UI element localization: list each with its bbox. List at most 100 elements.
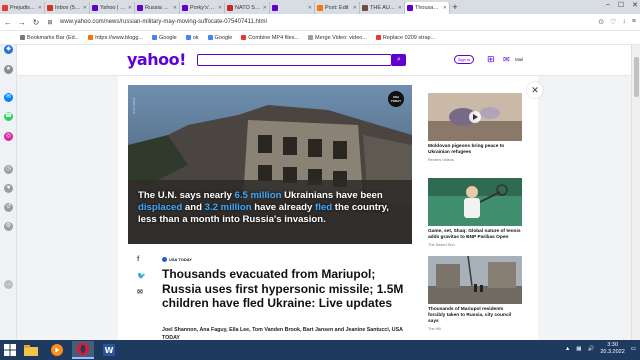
card-provider: Reuters Videos — [428, 158, 454, 162]
bookmark-7[interactable]: Replace 0209 strap... — [375, 35, 435, 41]
tab-close-icon[interactable]: ✕ — [263, 5, 267, 11]
source-badge[interactable]: USA TODAY — [162, 257, 192, 262]
camera-icon[interactable]: ⊙ — [598, 18, 604, 26]
network-icon[interactable]: ▦ — [576, 346, 581, 352]
history-icon[interactable]: ↺ — [4, 203, 13, 212]
tab-1[interactable]: Inbox (5,283✕ — [45, 2, 90, 14]
system-tray: ▲ ▦ 🔊 3:30 20.3.2022 ▭ — [565, 342, 636, 356]
heart-icon[interactable]: ♥ — [4, 184, 13, 193]
tab-3[interactable]: Russia uses✕ — [135, 2, 180, 14]
minimize-icon[interactable]: – — [606, 1, 610, 9]
tab-5[interactable]: NATO Shoul✕ — [225, 2, 270, 14]
download-icon[interactable]: ↓ — [622, 18, 626, 26]
tab-close-icon[interactable]: ✕ — [308, 5, 312, 11]
apps-grid-icon[interactable]: ⊞ — [487, 55, 495, 64]
bookmark-6[interactable]: Merge Video: video... — [308, 35, 367, 41]
taskbar-file-explorer[interactable] — [20, 341, 42, 359]
close-window-icon[interactable]: ✕ — [632, 1, 638, 9]
url-field[interactable]: www.yahoo.com/news/russian-military-may-… — [60, 19, 592, 25]
tab-close-icon[interactable]: ✕ — [218, 5, 222, 11]
bookmark-heart-icon[interactable]: ♡ — [610, 18, 616, 26]
whatsapp-icon[interactable]: ☎ — [4, 112, 13, 121]
card-title: Game, set, Shaq: Global nature of tennis… — [428, 229, 521, 240]
search-icon[interactable]: ⌕ — [392, 54, 406, 66]
address-bar: ← → ↻ ⊞ www.yahoo.com/news/russian-milit… — [0, 14, 640, 31]
reload-icon[interactable]: ↻ — [32, 18, 40, 27]
bookmark-label: Combine MP4 files... — [248, 34, 300, 41]
maximize-icon[interactable]: ☐ — [618, 1, 624, 9]
tab-favicon-icon — [317, 5, 323, 11]
tab-close-icon[interactable]: ✕ — [353, 5, 357, 11]
side-card-0[interactable]: Moldovan pigeons bring peace to Ukrainia… — [428, 93, 522, 162]
taskbar-opera[interactable] — [72, 341, 94, 359]
tab-4[interactable]: Porky's' stor✕ — [180, 2, 225, 14]
bookmark-3[interactable]: ok — [185, 35, 199, 41]
more-icon[interactable]: … — [4, 280, 13, 289]
twitter-share-icon[interactable]: 🐦 — [137, 272, 146, 280]
tray-expand-icon[interactable]: ▲ — [565, 346, 570, 352]
mail-icon[interactable]: ✉ — [503, 55, 510, 64]
bookmark-favicon-icon — [207, 35, 213, 40]
notifications-icon[interactable]: ▭ — [631, 346, 636, 352]
taskbar-word[interactable]: W — [98, 341, 120, 359]
word-icon: W — [103, 344, 115, 356]
yahoo-logo[interactable]: yahoo! — [127, 50, 186, 69]
forward-icon[interactable]: → — [18, 18, 26, 27]
facebook-share-icon[interactable]: f — [137, 256, 139, 263]
tab-close-icon[interactable]: ✕ — [128, 5, 132, 11]
bookmark-1[interactable]: https://www.blogg... — [88, 35, 143, 41]
clock-icon[interactable]: ◷ — [4, 165, 13, 174]
search-input[interactable] — [197, 54, 392, 66]
browser-window: Prejudist - sl✕Inbox (5,283✕Yahoo | Mail… — [0, 0, 640, 360]
bookmark-0[interactable]: Bookmarks Bar (Ed... — [20, 35, 79, 41]
mail-label[interactable]: Mail — [515, 57, 523, 62]
card-thumbnail — [428, 256, 522, 304]
sign-in-button[interactable]: Sign in — [454, 55, 474, 64]
tab-9[interactable]: Thousands e✕ — [405, 2, 450, 14]
tab-close-icon[interactable]: ✕ — [38, 5, 42, 11]
clock-time: 3:30 — [607, 342, 618, 348]
scrollbar-thumb[interactable] — [634, 57, 639, 97]
star-icon[interactable]: ★ — [4, 65, 13, 74]
taskbar-media[interactable] — [46, 341, 68, 359]
window-controls: – ☐ ✕ — [606, 1, 638, 9]
bookmark-5[interactable]: Combine MP4 files... — [241, 35, 299, 41]
tab-favicon-icon — [227, 5, 233, 11]
tab-close-icon[interactable]: ✕ — [173, 5, 177, 11]
web-page: yahoo! ⌕ Sign in ⊞ ✉ Mail ✕ USA TODAY US… — [17, 45, 631, 340]
video-side-text: USA TODAY — [132, 97, 136, 114]
tab-close-icon[interactable]: ✕ — [83, 5, 87, 11]
back-icon[interactable]: ← — [4, 18, 12, 27]
clock[interactable]: 3:30 20.3.2022 — [600, 342, 624, 356]
volume-icon[interactable]: 🔊 — [587, 346, 594, 352]
bookmark-2[interactable]: Google — [151, 35, 177, 41]
speed-dial-icon[interactable]: ◆ — [4, 45, 13, 54]
tab-label: Porky's' stor — [190, 5, 216, 11]
messenger-icon[interactable]: ✉ — [4, 93, 13, 102]
tab-2[interactable]: Yahoo | Mail✕ — [90, 2, 135, 14]
close-icon[interactable]: ✕ — [527, 82, 543, 98]
start-button[interactable] — [0, 340, 20, 360]
tab-6[interactable]: ✕ — [270, 2, 315, 14]
tab-label: Yahoo | Mail — [100, 5, 126, 11]
bookmark-favicon-icon — [20, 35, 25, 40]
video-player[interactable]: USA TODAY USA TODAY The U.N. says nearly… — [128, 85, 412, 244]
tab-close-icon[interactable]: ✕ — [398, 5, 402, 11]
email-share-icon[interactable]: ✉ — [137, 288, 143, 296]
settings-icon[interactable]: ⚙ — [4, 222, 13, 231]
scrollbar[interactable] — [631, 45, 640, 340]
tab-close-icon[interactable]: ✕ — [443, 5, 447, 11]
new-tab-button[interactable]: + — [450, 2, 460, 12]
instagram-icon[interactable]: ◎ — [4, 132, 13, 141]
easy-setup-icon[interactable]: ≡ — [632, 18, 636, 26]
clock-date: 20.3.2022 — [600, 349, 625, 355]
tab-8[interactable]: THE AUSER✕ — [360, 2, 405, 14]
bookmark-4[interactable]: Google — [207, 35, 232, 41]
tab-0[interactable]: Prejudist - sl✕ — [0, 2, 45, 14]
side-card-1[interactable]: Game, set, Shaq: Global nature of tennis… — [428, 178, 522, 247]
tab-favicon-icon — [407, 5, 413, 11]
tab-favicon-icon — [2, 5, 8, 11]
side-card-2[interactable]: Thousands of Mariupol residents forcibly… — [428, 256, 522, 331]
home-icon[interactable]: ⊞ — [46, 19, 54, 26]
tab-7[interactable]: Post: Edit ✕ — [315, 2, 360, 14]
